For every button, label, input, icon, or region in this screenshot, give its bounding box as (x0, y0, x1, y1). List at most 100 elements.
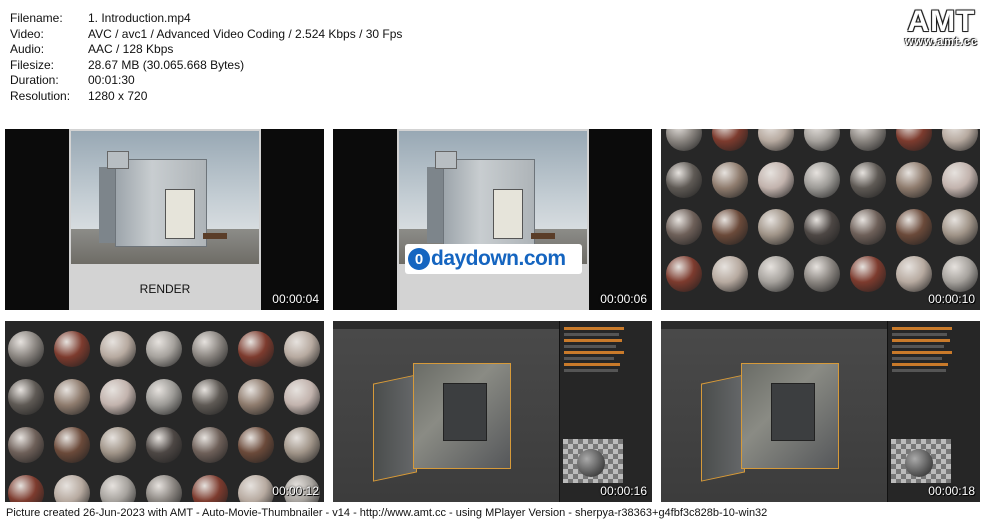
material-sphere (712, 209, 748, 245)
outliner-row (564, 351, 624, 354)
material-sphere (100, 475, 136, 502)
material-sphere (666, 256, 702, 292)
info-value: AVC / avc1 / Advanced Video Coding / 2.5… (88, 26, 403, 41)
material-sphere (896, 162, 932, 198)
material-sphere (146, 427, 182, 463)
material-sphere (284, 379, 320, 415)
info-row-video: Video: AVC / avc1 / Advanced Video Coding… (10, 27, 402, 43)
preview-sphere (905, 449, 933, 477)
info-key: Audio: (10, 42, 45, 56)
building-window (165, 189, 195, 239)
info-row-duration: Duration: 00:01:30 (10, 73, 402, 89)
material-sphere (758, 162, 794, 198)
timestamp: 00:00:10 (928, 292, 975, 306)
material-sphere (54, 379, 90, 415)
info-row-resolution: Resolution: 1280 x 720 (10, 89, 402, 105)
material-sphere (8, 475, 44, 502)
promo-watermark: 0 daydown.com (405, 244, 582, 274)
material-sphere (238, 475, 274, 502)
material-sphere (896, 209, 932, 245)
thumbnail-4[interactable]: 00:00:12 (5, 321, 324, 502)
viewport (333, 321, 559, 502)
logo-url: www.amt.cc (904, 36, 978, 48)
material-sphere (100, 331, 136, 367)
amt-logo: AMT www.amt.cc (904, 5, 978, 49)
material-sphere (804, 162, 840, 198)
preview-sphere (577, 449, 605, 477)
outliner-row (564, 357, 614, 360)
outliner-row (892, 327, 952, 330)
material-sphere (758, 256, 794, 292)
material-sphere (942, 209, 978, 245)
thumbnail-2[interactable]: 0 daydown.com 00:00:06 (333, 129, 652, 310)
outliner-row (892, 333, 947, 336)
promo-logo-icon: 0 (408, 248, 430, 270)
material-sphere (758, 129, 794, 151)
model-left-face (701, 374, 745, 482)
outliner-row (892, 357, 942, 360)
material-sphere (192, 331, 228, 367)
info-value: 1280 x 720 (88, 88, 148, 103)
info-value: 28.67 MB (30.065.668 Bytes) (88, 57, 245, 72)
material-sphere (712, 129, 748, 151)
material-sphere (100, 427, 136, 463)
thumbnail-5[interactable]: 00:00:16 (333, 321, 652, 502)
outliner-row (564, 339, 622, 342)
material-sphere (54, 475, 90, 502)
viewport-header (661, 321, 887, 329)
material-sphere (804, 209, 840, 245)
material-sphere (712, 256, 748, 292)
ac-unit (435, 151, 457, 169)
material-sphere (850, 256, 886, 292)
outliner-row (564, 363, 620, 366)
info-value: AAC / 128 Kbps (88, 42, 174, 56)
material-sphere (896, 256, 932, 292)
outliner-row (564, 369, 618, 372)
model-grate (771, 383, 815, 441)
outliner-row (564, 327, 624, 330)
material-sphere (54, 331, 90, 367)
render-label: RENDER (139, 282, 191, 296)
logo-title: AMT (907, 5, 976, 38)
material-sphere (758, 209, 794, 245)
render-frame: RENDER (69, 129, 261, 310)
material-sphere (238, 427, 274, 463)
outliner-row (892, 369, 946, 372)
building-window (493, 189, 523, 239)
material-sphere (146, 379, 182, 415)
info-row-audio: Audio: AAC / 128 Kbps (10, 42, 402, 58)
model-grate (443, 383, 487, 441)
material-sphere (8, 379, 44, 415)
bench (203, 233, 227, 239)
outliner-row (892, 363, 948, 366)
material-sphere (8, 427, 44, 463)
thumbnail-6[interactable]: 00:00:18 (661, 321, 980, 502)
footer-credit: Picture created 26-Jun-2023 with AMT - A… (6, 507, 768, 519)
ac-unit (107, 151, 129, 169)
file-info-block: Filename: 1. Introduction.mp4 Video: AVC /… (10, 11, 402, 104)
outliner-row (892, 339, 950, 342)
material-sphere (192, 379, 228, 415)
outliner-row (892, 345, 944, 348)
material-sphere (804, 256, 840, 292)
material-sphere (666, 162, 702, 198)
material-sphere (942, 162, 978, 198)
outliner-row (564, 345, 616, 348)
thumbnail-3[interactable]: 00:00:10 (661, 129, 980, 310)
info-row-filesize: Filesize: 28.67 MB (30.065.668 Bytes) (10, 58, 402, 74)
info-key: Resolution: (10, 88, 71, 103)
material-sphere (896, 129, 932, 151)
material-sphere (192, 427, 228, 463)
material-preview (891, 439, 951, 483)
material-sphere (712, 162, 748, 198)
info-row-filename: Filename: 1. Introduction.mp4 (10, 11, 402, 27)
thumbnail-1[interactable]: RENDER 00:00:04 (5, 129, 324, 310)
material-sphere (54, 427, 90, 463)
info-value: 1. Introduction.mp4 (88, 11, 191, 25)
material-grid (5, 321, 324, 502)
material-sphere (284, 427, 320, 463)
material-sphere (238, 331, 274, 367)
material-sphere (850, 209, 886, 245)
material-sphere (146, 475, 182, 502)
outliner-row (564, 333, 619, 336)
